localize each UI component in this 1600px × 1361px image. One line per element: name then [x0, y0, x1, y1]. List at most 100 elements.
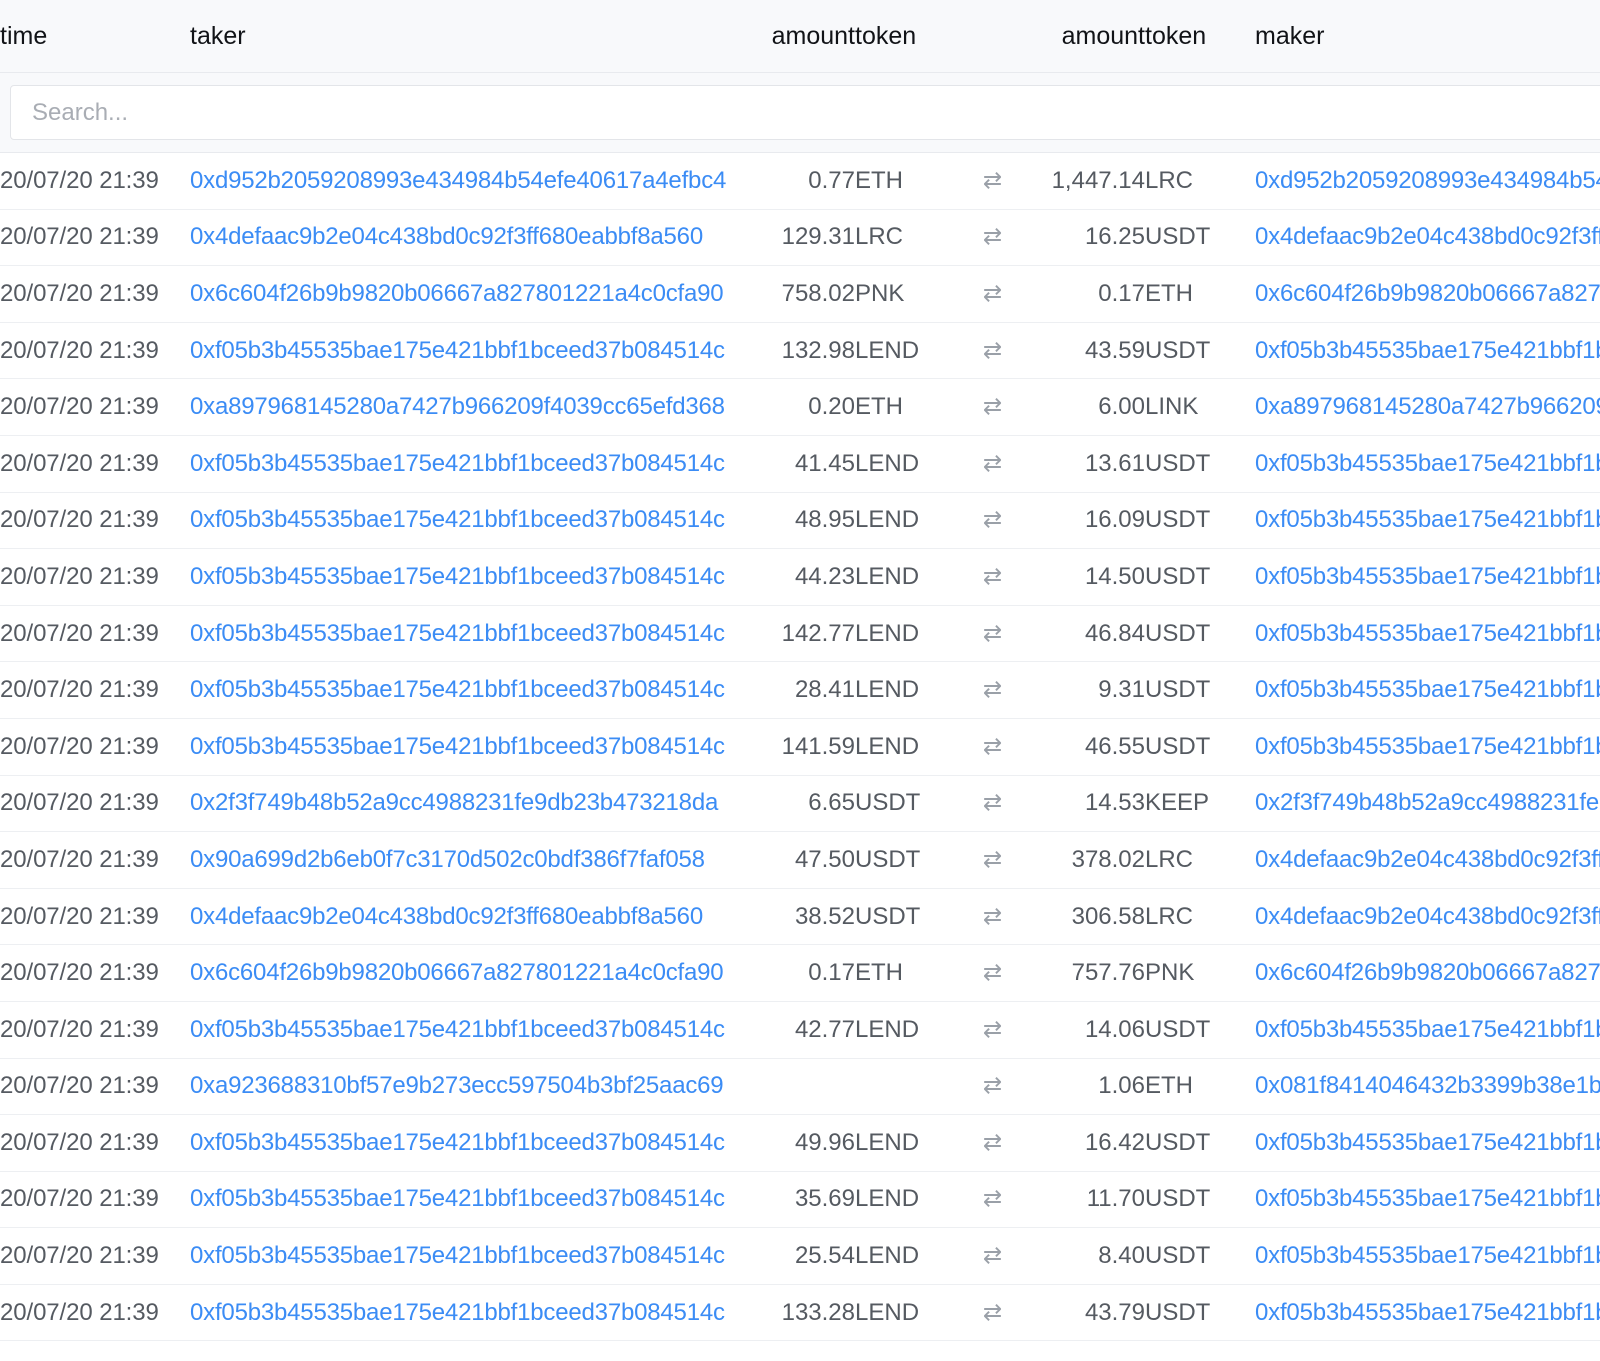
maker-address-link[interactable]: 0xf05b3b45535bae175e421bbf1bceed37b08451… — [1255, 1016, 1600, 1043]
table-row[interactable]: 20/07/20 21:390xf05b3b45535bae175e421bbf… — [0, 549, 1600, 606]
maker-address-link[interactable]: 0x2f3f749b48b52a9cc4988231fe9db23b473218… — [1255, 789, 1600, 816]
cell-amount1: 0.20 — [735, 379, 855, 436]
taker-address-link[interactable]: 0x2f3f749b48b52a9cc4988231fe9db23b473218… — [190, 789, 718, 816]
taker-address-link[interactable]: 0xf05b3b45535bae175e421bbf1bceed37b08451… — [190, 1185, 725, 1212]
column-header-token-right[interactable]: token — [1145, 0, 1255, 73]
taker-address-link[interactable]: 0x4defaac9b2e04c438bd0c92f3ff680eabbf8a5… — [190, 903, 703, 930]
column-header-token-left[interactable]: token — [855, 0, 965, 73]
maker-address-link[interactable]: 0xf05b3b45535bae175e421bbf1bceed37b08451… — [1255, 450, 1600, 477]
cell-time: 20/07/20 21:39 — [0, 322, 190, 379]
column-header-taker[interactable]: taker — [190, 0, 735, 73]
taker-address-link[interactable]: 0x6c604f26b9b9820b06667a827801221a4c0cfa… — [190, 280, 723, 307]
table-row[interactable]: 20/07/20 21:390xf05b3b45535bae175e421bbf… — [0, 718, 1600, 775]
maker-address-link[interactable]: 0xa897968145280a7427b966209f4039cc65efd3… — [1255, 393, 1600, 420]
maker-address-link[interactable]: 0xf05b3b45535bae175e421bbf1bceed37b08451… — [1255, 1129, 1600, 1156]
table-row[interactable]: 20/07/20 21:390xf05b3b45535bae175e421bbf… — [0, 492, 1600, 549]
cell-swap: ⇄ — [965, 266, 1020, 323]
taker-address-link[interactable]: 0xf05b3b45535bae175e421bbf1bceed37b08451… — [190, 1242, 725, 1269]
table-row[interactable]: 20/07/20 21:390x90a699d2b6eb0f7c3170d502… — [0, 832, 1600, 889]
cell-maker: 0x4defaac9b2e04c438bd0c92f3ff680eabbf8a5… — [1255, 888, 1600, 945]
taker-address-link[interactable]: 0xf05b3b45535bae175e421bbf1bceed37b08451… — [190, 676, 725, 703]
taker-address-link[interactable]: 0x90a699d2b6eb0f7c3170d502c0bdf386f7faf0… — [190, 846, 705, 873]
search-input[interactable] — [10, 85, 1600, 140]
cell-maker: 0xd952b2059208993e434984b54efe40617a4efb… — [1255, 153, 1600, 210]
maker-address-link[interactable]: 0xf05b3b45535bae175e421bbf1bceed37b08451… — [1255, 733, 1600, 760]
taker-address-link[interactable]: 0xf05b3b45535bae175e421bbf1bceed37b08451… — [190, 1299, 725, 1326]
cell-amount2: 14.53 — [1020, 775, 1145, 832]
taker-address-link[interactable]: 0xf05b3b45535bae175e421bbf1bceed37b08451… — [190, 1129, 725, 1156]
table-row[interactable]: 20/07/20 21:390xd952b2059208993e434984b5… — [0, 153, 1600, 210]
cell-swap: ⇄ — [965, 718, 1020, 775]
taker-address-link[interactable]: 0xf05b3b45535bae175e421bbf1bceed37b08451… — [190, 1016, 725, 1043]
taker-address-link[interactable]: 0xf05b3b45535bae175e421bbf1bceed37b08451… — [190, 733, 725, 760]
cell-token2: USDT — [1145, 209, 1255, 266]
table-row[interactable]: 20/07/20 21:390x6c604f26b9b9820b06667a82… — [0, 266, 1600, 323]
table-row[interactable]: 20/07/20 21:390xa923688310bf57e9b273ecc5… — [0, 1058, 1600, 1115]
column-header-maker[interactable]: maker — [1255, 0, 1600, 73]
maker-address-link[interactable]: 0x4defaac9b2e04c438bd0c92f3ff680eabbf8a5… — [1255, 903, 1600, 930]
cell-token1: USDT — [855, 775, 965, 832]
maker-address-link[interactable]: 0xf05b3b45535bae175e421bbf1bceed37b08451… — [1255, 563, 1600, 590]
taker-address-link[interactable]: 0xd952b2059208993e434984b54efe40617a4efb… — [190, 167, 726, 194]
search-row — [0, 73, 1600, 153]
cell-amount2: 43.59 — [1020, 322, 1145, 379]
table-row[interactable]: 20/07/20 21:390xf05b3b45535bae175e421bbf… — [0, 1228, 1600, 1285]
table-row[interactable]: 20/07/20 21:390xf05b3b45535bae175e421bbf… — [0, 1284, 1600, 1341]
swap-arrows-icon: ⇄ — [983, 1018, 1002, 1041]
taker-address-link[interactable]: 0x6c604f26b9b9820b06667a827801221a4c0cfa… — [190, 959, 723, 986]
cell-token1: USDT — [855, 888, 965, 945]
maker-address-link[interactable]: 0xf05b3b45535bae175e421bbf1bceed37b08451… — [1255, 676, 1600, 703]
maker-address-link[interactable]: 0xf05b3b45535bae175e421bbf1bceed37b08451… — [1255, 1299, 1600, 1326]
table-row[interactable]: 20/07/20 21:390xa897968145280a7427b96620… — [0, 379, 1600, 436]
maker-address-link[interactable]: 0xf05b3b45535bae175e421bbf1bceed37b08451… — [1255, 337, 1600, 364]
column-header-amount-left[interactable]: amount — [735, 0, 855, 73]
taker-address-link[interactable]: 0xa897968145280a7427b966209f4039cc65efd3… — [190, 393, 725, 420]
cell-amount2: 757.76 — [1020, 945, 1145, 1002]
taker-address-link[interactable]: 0xf05b3b45535bae175e421bbf1bceed37b08451… — [190, 620, 725, 647]
swap-arrows-icon: ⇄ — [983, 508, 1002, 531]
maker-address-link[interactable]: 0xf05b3b45535bae175e421bbf1bceed37b08451… — [1255, 1185, 1600, 1212]
cell-time: 20/07/20 21:39 — [0, 1115, 190, 1172]
table-row[interactable]: 20/07/20 21:390x4defaac9b2e04c438bd0c92f… — [0, 209, 1600, 266]
swap-arrows-icon: ⇄ — [983, 735, 1002, 758]
cell-time: 20/07/20 21:39 — [0, 1058, 190, 1115]
maker-address-link[interactable]: 0x4defaac9b2e04c438bd0c92f3ff680eabbf8a5… — [1255, 846, 1600, 873]
table-row[interactable]: 20/07/20 21:390xf05b3b45535bae175e421bbf… — [0, 1171, 1600, 1228]
maker-address-link[interactable]: 0xf05b3b45535bae175e421bbf1bceed37b08451… — [1255, 1242, 1600, 1269]
cell-token1: LEND — [855, 492, 965, 549]
taker-address-link[interactable]: 0x4defaac9b2e04c438bd0c92f3ff680eabbf8a5… — [190, 223, 703, 250]
table-row[interactable]: 20/07/20 21:390xf05b3b45535bae175e421bbf… — [0, 1115, 1600, 1172]
table-row[interactable]: 20/07/20 21:390xf05b3b45535bae175e421bbf… — [0, 435, 1600, 492]
taker-address-link[interactable]: 0xf05b3b45535bae175e421bbf1bceed37b08451… — [190, 563, 725, 590]
cell-amount2: 46.55 — [1020, 718, 1145, 775]
maker-address-link[interactable]: 0xf05b3b45535bae175e421bbf1bceed37b08451… — [1255, 620, 1600, 647]
cell-maker: 0xf05b3b45535bae175e421bbf1bceed37b08451… — [1255, 435, 1600, 492]
table-row[interactable]: 20/07/20 21:390xf05b3b45535bae175e421bbf… — [0, 322, 1600, 379]
cell-token2: ETH — [1145, 1058, 1255, 1115]
maker-address-link[interactable]: 0x081f8414046432b3399b38e1b9e2d9b6a4d0e0… — [1255, 1072, 1600, 1099]
swap-arrows-icon: ⇄ — [983, 565, 1002, 588]
table-row[interactable]: 20/07/20 21:390xf05b3b45535bae175e421bbf… — [0, 605, 1600, 662]
maker-address-link[interactable]: 0x6c604f26b9b9820b06667a827801221a4c0cfa… — [1255, 959, 1600, 986]
taker-address-link[interactable]: 0xa923688310bf57e9b273ecc597504b3bf25aac… — [190, 1072, 723, 1099]
column-header-amount-right[interactable]: amount — [1020, 0, 1145, 73]
maker-address-link[interactable]: 0x6c604f26b9b9820b06667a827801221a4c0cfa… — [1255, 280, 1600, 307]
cell-time: 20/07/20 21:39 — [0, 1001, 190, 1058]
maker-address-link[interactable]: 0x4defaac9b2e04c438bd0c92f3ff680eabbf8a5… — [1255, 223, 1600, 250]
column-header-time[interactable]: time — [0, 0, 190, 73]
maker-address-link[interactable]: 0xf05b3b45535bae175e421bbf1bceed37b08451… — [1255, 506, 1600, 533]
table-row[interactable]: 20/07/20 21:390xf05b3b45535bae175e421bbf… — [0, 1001, 1600, 1058]
table-row[interactable]: 20/07/20 21:390x4defaac9b2e04c438bd0c92f… — [0, 888, 1600, 945]
taker-address-link[interactable]: 0xf05b3b45535bae175e421bbf1bceed37b08451… — [190, 337, 725, 364]
table-row[interactable]: 20/07/20 21:390x2f3f749b48b52a9cc4988231… — [0, 775, 1600, 832]
table-row[interactable]: 20/07/20 21:390x6c604f26b9b9820b06667a82… — [0, 945, 1600, 1002]
cell-maker: 0x6c604f26b9b9820b06667a827801221a4c0cfa… — [1255, 945, 1600, 1002]
cell-taker: 0x2f3f749b48b52a9cc4988231fe9db23b473218… — [190, 775, 735, 832]
taker-address-link[interactable]: 0xf05b3b45535bae175e421bbf1bceed37b08451… — [190, 450, 725, 477]
cell-maker: 0x4defaac9b2e04c438bd0c92f3ff680eabbf8a5… — [1255, 209, 1600, 266]
cell-time: 20/07/20 21:39 — [0, 209, 190, 266]
cell-swap: ⇄ — [965, 662, 1020, 719]
table-row[interactable]: 20/07/20 21:390xf05b3b45535bae175e421bbf… — [0, 662, 1600, 719]
taker-address-link[interactable]: 0xf05b3b45535bae175e421bbf1bceed37b08451… — [190, 506, 725, 533]
maker-address-link[interactable]: 0xd952b2059208993e434984b54efe40617a4efb… — [1255, 167, 1600, 194]
